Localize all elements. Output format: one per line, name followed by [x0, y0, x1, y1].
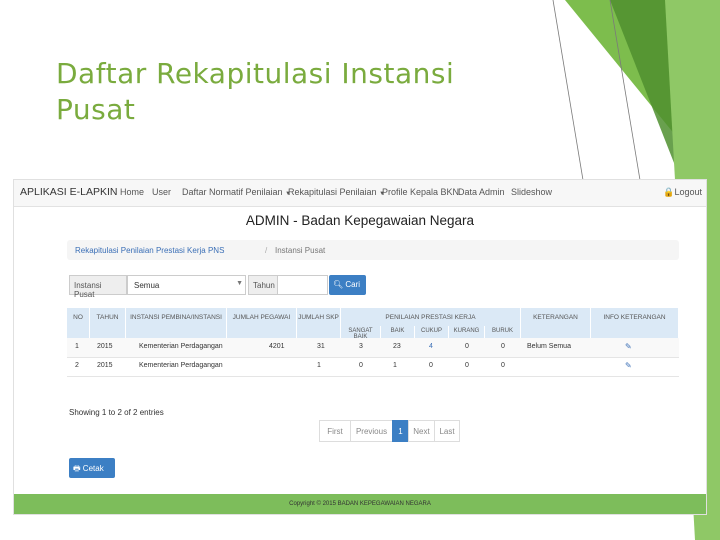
print-button[interactable]: 🖶 Cetak — [69, 458, 115, 478]
cell-cukup: 0 — [429, 362, 433, 369]
page-previous[interactable]: Previous — [350, 420, 393, 442]
breadcrumb: Rekapitulasi Penilaian Prestasi Kerja PN… — [67, 240, 679, 260]
th-info-keterangan: INFO KETERANGAN — [591, 308, 679, 338]
breadcrumb-separator: / — [265, 246, 268, 255]
rekap-table: NO TAHUN INSTANSI PEMBINA/INSTANSI JUMLA… — [67, 308, 679, 395]
nav-daftar-normatif[interactable]: Daftar Normatif Penilaian ▼ — [182, 187, 291, 197]
th-no: NO — [67, 308, 90, 338]
th-jumlah-skp: JUMLAH SKP — [297, 308, 341, 338]
lock-icon: 🔒 — [663, 187, 675, 197]
instansi-select-value: Semua — [134, 281, 160, 290]
breadcrumb-current: Instansi Pusat — [275, 246, 326, 255]
nav-home[interactable]: Home — [120, 187, 144, 197]
app-screenshot: APLIKASI E-LAPKIN Home User Daftar Norma… — [14, 180, 706, 514]
cell-buruk: 0 — [501, 343, 505, 350]
cell-baik: 23 — [393, 343, 401, 350]
top-navbar: APLIKASI E-LAPKIN Home User Daftar Norma… — [14, 180, 706, 207]
search-button[interactable]: 🔍︎ Cari — [329, 275, 366, 295]
th-cukup: CUKUP — [415, 326, 449, 338]
nav-user[interactable]: User — [152, 187, 171, 197]
cell-baik: 1 — [393, 362, 397, 369]
cell-tahun: 2015 — [97, 362, 113, 369]
page-heading: ADMIN - Badan Kepegawaian Negara — [245, 213, 475, 228]
table-row: 1 2015 Kementerian Perdagangan 4201 31 3… — [67, 338, 679, 358]
th-tahun: TAHUN — [90, 308, 126, 338]
logout-label: Logout — [674, 187, 702, 197]
th-keterangan: KETERANGAN — [521, 308, 591, 338]
cell-sangat-baik: 0 — [359, 362, 363, 369]
cell-no: 2 — [75, 362, 79, 369]
th-kurang: KURANG — [449, 326, 485, 338]
nav-profile-kepala[interactable]: Profile Kepala BKN — [382, 187, 459, 197]
cell-sangat-baik: 3 — [359, 343, 363, 350]
footer: Copyright © 2015 BADAN KEPEGAWAIAN NEGAR… — [14, 494, 706, 514]
th-sangat-baik: SANGAT BAIK — [341, 326, 381, 340]
cell-no: 1 — [75, 343, 79, 350]
cell-tahun: 2015 — [97, 343, 113, 350]
page-1[interactable]: 1 — [392, 420, 409, 442]
cell-keterangan: Belum Semua — [527, 343, 571, 350]
cell-jumlah-pegawai: 4201 — [269, 343, 285, 350]
tahun-label: Tahun — [248, 275, 278, 295]
pencil-icon[interactable]: ✎ — [625, 361, 632, 370]
cell-jumlah-skp: 31 — [317, 343, 325, 350]
search-icon: 🔍︎ — [333, 280, 344, 289]
cell-jumlah-skp: 1 — [317, 362, 321, 369]
entries-info: Showing 1 to 2 of 2 entries — [69, 408, 164, 417]
instansi-select[interactable]: Semua ▼ — [127, 275, 246, 295]
instansi-label: Instansi Pusat — [69, 275, 127, 299]
cell-kurang: 0 — [465, 362, 469, 369]
nav-data-admin[interactable]: Data Admin — [458, 187, 505, 197]
nav-daftar-normatif-label: Daftar Normatif Penilaian — [182, 187, 283, 197]
tahun-input[interactable] — [278, 275, 328, 295]
nav-rekapitulasi[interactable]: Rekapitulasi Penilaian ▼ — [288, 187, 385, 197]
page-first[interactable]: First — [319, 420, 351, 442]
search-button-label: Cari — [345, 280, 361, 289]
th-penilaian: PENILAIAN PRESTASI KERJA — [341, 308, 521, 326]
cell-instansi: Kementerian Perdagangan — [139, 362, 223, 369]
print-button-label: Cetak — [82, 464, 104, 473]
pencil-icon[interactable]: ✎ — [625, 342, 632, 351]
page-last[interactable]: Last — [434, 420, 460, 442]
app-brand[interactable]: APLIKASI E-LAPKIN — [20, 186, 117, 198]
table-row: 2 2015 Kementerian Perdagangan 1 0 1 0 0… — [67, 357, 679, 377]
th-baik: BAIK — [381, 326, 415, 338]
cell-buruk: 0 — [501, 362, 505, 369]
page-next[interactable]: Next — [408, 420, 435, 442]
slide-title: Daftar Rekapitulasi Instansi Pusat — [56, 57, 455, 126]
th-buruk: BURUK — [485, 326, 521, 338]
nav-rekapitulasi-label: Rekapitulasi Penilaian — [288, 187, 377, 197]
print-icon: 🖶 — [73, 464, 81, 473]
cell-cukup[interactable]: 4 — [429, 343, 433, 350]
logout-link[interactable]: 🔒Logout — [663, 187, 702, 198]
breadcrumb-link[interactable]: Rekapitulasi Penilaian Prestasi Kerja PN… — [75, 246, 224, 255]
nav-slideshow[interactable]: Slideshow — [511, 187, 552, 197]
th-instansi: INSTANSI PEMBINA/INSTANSI — [126, 308, 227, 338]
cell-instansi: Kementerian Perdagangan — [139, 343, 223, 350]
cell-kurang: 0 — [465, 343, 469, 350]
chevron-down-icon: ▼ — [236, 280, 243, 287]
th-jumlah-pegawai: JUMLAH PEGAWAI — [227, 308, 297, 338]
